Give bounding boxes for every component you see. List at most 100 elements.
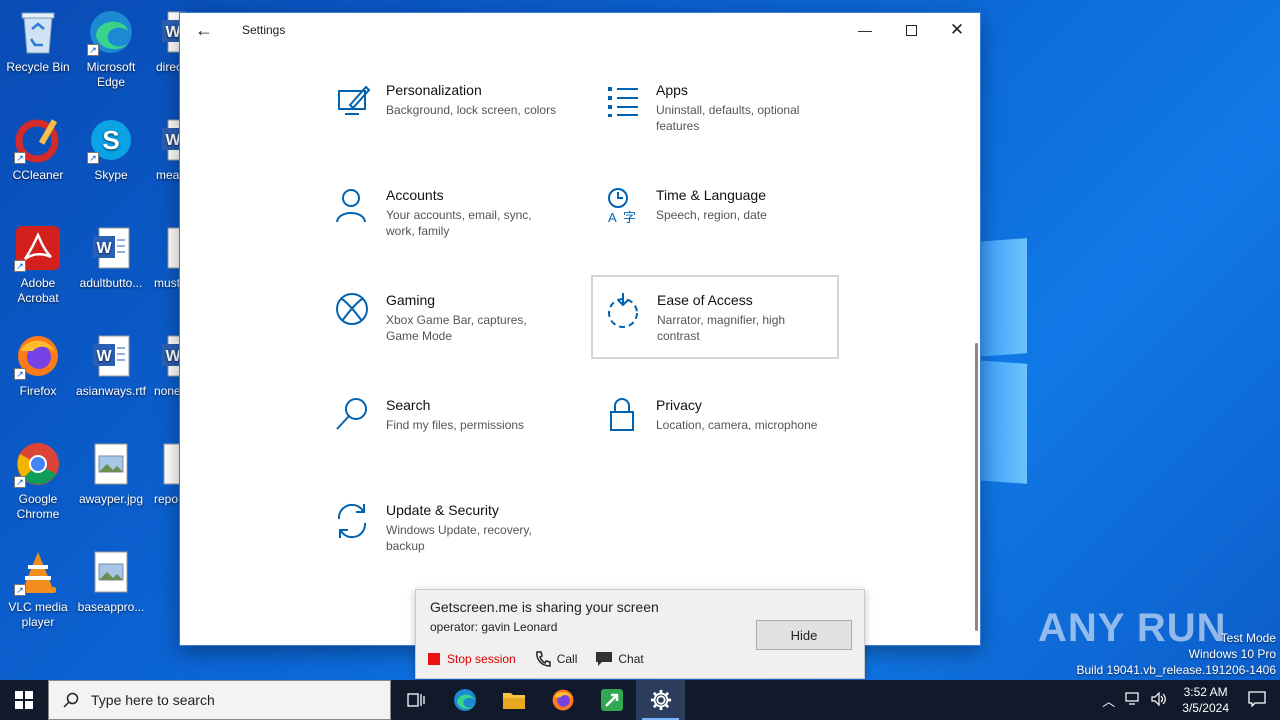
tile-search[interactable]: Search Find my files, permissions: [322, 386, 570, 468]
getscreen-icon: [600, 689, 623, 711]
desktop-icon-baseappro[interactable]: baseappro...: [73, 548, 149, 615]
chat-button[interactable]: Chat: [595, 650, 644, 668]
personalization-icon: [338, 85, 371, 115]
getscreen-sharing-panel: Getscreen.me is sharing your screen oper…: [415, 589, 865, 679]
folder-icon: [502, 693, 525, 709]
minimize-button[interactable]: —: [842, 13, 888, 47]
tile-personalization[interactable]: Personalization Background, lock screen, …: [322, 71, 570, 153]
taskbar-search-box[interactable]: Type here to search: [48, 680, 391, 720]
tile-description: Windows Update, recovery, backup: [386, 523, 532, 553]
desktop-icon-adultbutto[interactable]: W adultbutto...: [73, 224, 149, 291]
task-view-icon: [406, 693, 425, 707]
lock-icon: [610, 398, 634, 431]
start-button[interactable]: [0, 680, 48, 720]
word-doc-icon: W: [87, 332, 135, 380]
windows-start-icon: [15, 691, 33, 709]
desktop-icon-label: Microsoft Edge: [86, 60, 136, 89]
desktop-icon-asianways[interactable]: W asianways.rtf: [73, 332, 149, 399]
taskbar-getscreen[interactable]: [587, 680, 636, 720]
network-icon[interactable]: [1125, 691, 1141, 709]
close-icon: ✕: [949, 20, 965, 39]
desktop-icon-label: CCleaner: [12, 168, 64, 182]
taskbar-settings[interactable]: [636, 680, 685, 720]
tile-description: Speech, region, date: [656, 208, 767, 222]
call-button[interactable]: Call: [534, 650, 578, 668]
close-button[interactable]: ✕: [934, 13, 980, 47]
desktop-icon-awayper[interactable]: awayper.jpg: [73, 440, 149, 507]
firefox-icon: [552, 689, 573, 711]
desktop-icon-label: VLC media player: [8, 600, 68, 629]
volume-icon[interactable]: [1151, 691, 1167, 709]
operator-label: operator: gavin Leonard: [430, 620, 558, 634]
desktop-icon-acrobat[interactable]: ↗ Adobe Acrobat: [0, 224, 76, 306]
taskbar: Type here to search ︿ 3:52 AM 3/5/2024: [0, 680, 1280, 720]
tile-description: Narrator, magnifier, high contrast: [657, 313, 786, 343]
tile-update-security[interactable]: Update & Security Windows Update, recover…: [322, 491, 570, 573]
tile-title: Time & Language: [656, 187, 766, 203]
tile-ease-of-access[interactable]: Ease of Access Narrator, magnifier, high …: [591, 275, 839, 359]
title-bar[interactable]: ← Settings — ✕: [180, 13, 980, 47]
back-arrow-icon: ←: [195, 19, 213, 40]
desktop-icon-vlc[interactable]: ↗ VLC media player: [0, 548, 76, 630]
recycle-bin-icon: [14, 8, 62, 56]
image-file-icon: [87, 548, 135, 596]
tile-title: Update & Security: [386, 502, 499, 518]
desktop-icon-edge[interactable]: ↗ Microsoft Edge: [73, 8, 149, 90]
task-view-button[interactable]: [391, 680, 440, 720]
settings-window: ← Settings — ✕ Personalization Background…: [179, 12, 981, 646]
back-button[interactable]: ←: [180, 13, 228, 47]
svg-text:W: W: [96, 348, 112, 365]
taskbar-firefox[interactable]: [538, 680, 587, 720]
taskbar-file-explorer[interactable]: [489, 680, 538, 720]
tile-description: Background, lock screen, colors: [386, 103, 557, 117]
update-icon: [337, 503, 367, 539]
svg-text:A: A: [608, 210, 617, 225]
hide-button[interactable]: Hide: [756, 620, 852, 650]
svg-text:W: W: [96, 240, 112, 257]
desktop-icon-skype[interactable]: S ↗ Skype: [73, 116, 149, 183]
tile-title: Search: [386, 397, 431, 413]
maximize-button[interactable]: [888, 13, 934, 47]
desktop-icon-label: adultbutto...: [79, 276, 143, 290]
desktop-icon-chrome[interactable]: ↗ Google Chrome: [0, 440, 76, 522]
vlc-icon: ↗: [14, 548, 62, 596]
clock-time: 3:52 AM: [1183, 685, 1228, 699]
chevron-up-icon[interactable]: ︿: [1102, 691, 1115, 710]
tile-accounts[interactable]: Accounts Your accounts, email, sync, work…: [322, 176, 570, 258]
desktop-icon-recycle-bin[interactable]: Recycle Bin: [0, 8, 76, 75]
edition-line: Windows 10 Pro: [1188, 647, 1276, 661]
tile-title: Ease of Access: [657, 292, 753, 308]
tile-title: Accounts: [386, 187, 444, 203]
tile-time-language[interactable]: A字 Time & Language Speech, region, date: [592, 176, 840, 258]
tile-description: Location, camera, microphone: [656, 418, 818, 432]
call-label: Call: [556, 652, 578, 666]
stop-session-label: Stop session: [447, 652, 516, 666]
edge-icon: [453, 689, 476, 711]
notification-icon[interactable]: [1248, 690, 1266, 710]
stop-session-button[interactable]: Stop session: [428, 652, 516, 666]
firefox-icon: ↗: [14, 332, 62, 380]
desktop-icon-label: Firefox: [19, 384, 57, 398]
desktop-icon-label: Google Chrome: [16, 492, 60, 521]
tile-apps[interactable]: Apps Uninstall, defaults, optional featur…: [592, 71, 840, 153]
taskbar-edge[interactable]: [440, 680, 489, 720]
phone-icon: [535, 651, 551, 667]
windows-wallpaper-logo: [975, 238, 1035, 490]
image-file-icon: [87, 440, 135, 488]
desktop-icon-ccleaner[interactable]: ↗ CCleaner: [0, 116, 76, 183]
svg-text:字: 字: [623, 211, 636, 226]
chat-icon: [596, 652, 613, 666]
ccleaner-icon: ↗: [14, 116, 62, 164]
taskbar-clock[interactable]: 3:52 AM 3/5/2024: [1182, 684, 1229, 716]
tile-title: Personalization: [386, 82, 482, 98]
test-mode-line: Test Mode: [1220, 631, 1276, 645]
desktop-icon-firefox[interactable]: ↗ Firefox: [0, 332, 76, 399]
edge-icon: ↗: [87, 8, 135, 56]
vertical-scrollbar[interactable]: [975, 343, 978, 631]
tile-gaming[interactable]: Gaming Xbox Game Bar, captures, Game Mode: [322, 281, 570, 363]
clock-date: 3/5/2024: [1182, 701, 1229, 715]
minimize-icon: —: [858, 22, 872, 38]
sharing-title: Getscreen.me is sharing your screen: [430, 599, 659, 615]
tile-privacy[interactable]: Privacy Location, camera, microphone: [592, 386, 840, 468]
chat-label: Chat: [618, 652, 644, 666]
